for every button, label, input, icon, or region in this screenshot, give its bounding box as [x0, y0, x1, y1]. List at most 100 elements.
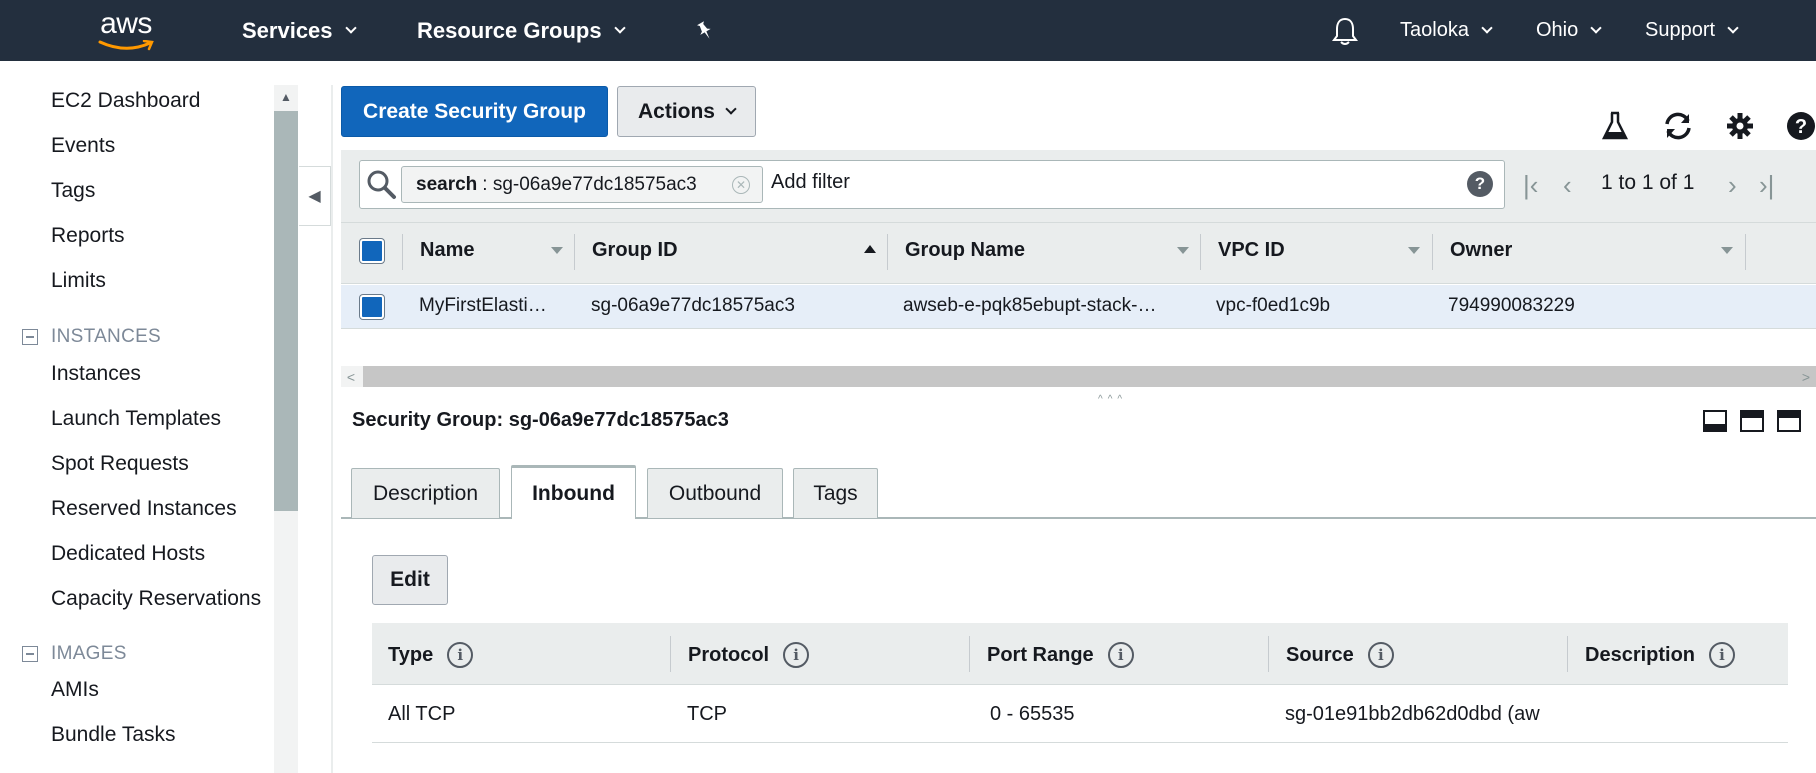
- info-icon[interactable]: i: [1709, 642, 1736, 668]
- chevron-down-icon: [1727, 22, 1739, 34]
- column-header-owner[interactable]: Owner: [1450, 239, 1512, 262]
- tab-tags[interactable]: Tags: [793, 468, 878, 518]
- info-icon[interactable]: i: [447, 642, 474, 668]
- resource-groups-menu[interactable]: Resource Groups: [417, 0, 626, 61]
- sidebar-section-label: INSTANCES: [51, 326, 162, 347]
- cell-group-name: awseb-e-pqk85ebupt-stack-…: [903, 295, 1157, 316]
- rule-cell-source: sg-01e91bb2db62d0dbd (aw: [1285, 703, 1540, 725]
- rules-column-label: Port Range: [987, 643, 1094, 666]
- services-menu[interactable]: Services: [242, 0, 357, 61]
- tab-outbound[interactable]: Outbound: [647, 468, 783, 518]
- rules-column-protocol: Protocol i: [688, 642, 810, 668]
- rule-row-divider: [372, 742, 1788, 743]
- row-checkbox[interactable]: [360, 295, 384, 319]
- layout-split-icon[interactable]: [1740, 410, 1764, 432]
- sidebar-item-capacity-reservations[interactable]: Capacity Reservations: [51, 587, 261, 611]
- sidebar-item-launch-templates[interactable]: Launch Templates: [51, 407, 221, 431]
- cell-group-id: sg-06a9e77dc18575ac3: [591, 295, 795, 316]
- column-header-group-id[interactable]: Group ID: [592, 239, 678, 262]
- cell-owner: 794990083229: [1448, 295, 1575, 316]
- collapse-minus-icon: [22, 329, 38, 345]
- info-icon[interactable]: i: [1367, 642, 1394, 668]
- user-label: Taoloka: [1400, 19, 1469, 41]
- column-separator: [1432, 234, 1433, 270]
- collapse-sidebar-button[interactable]: ◀: [299, 166, 331, 226]
- edit-button[interactable]: Edit: [372, 555, 448, 605]
- refresh-icon[interactable]: [1660, 108, 1696, 144]
- sort-down-icon[interactable]: [551, 247, 563, 254]
- region-menu[interactable]: Ohio: [1536, 0, 1602, 61]
- sidebar-item-amis[interactable]: AMIs: [51, 678, 99, 702]
- detail-panel-title: Security Group: sg-06a9e77dc18575ac3: [352, 409, 729, 431]
- rules-column-label: Protocol: [688, 643, 770, 666]
- help-icon[interactable]: ?: [1783, 108, 1816, 144]
- aws-logo[interactable]: aws: [92, 6, 160, 52]
- column-header-name[interactable]: Name: [420, 239, 474, 262]
- scroll-left-arrow-icon[interactable]: <: [341, 366, 361, 387]
- sidebar-item-events[interactable]: Events: [51, 134, 115, 158]
- gear-icon[interactable]: [1722, 108, 1758, 144]
- sidebar-item-ec2-dashboard[interactable]: EC2 Dashboard: [51, 89, 200, 113]
- column-separator: [1268, 636, 1269, 672]
- first-page-icon[interactable]: |‹: [1523, 170, 1538, 201]
- column-header-vpc-id[interactable]: VPC ID: [1218, 239, 1285, 262]
- column-separator: [1567, 636, 1568, 672]
- sort-down-icon[interactable]: [1177, 247, 1189, 254]
- scroll-right-arrow-icon[interactable]: >: [1796, 366, 1816, 387]
- panel-resize-handle[interactable]: ^^^: [1098, 394, 1127, 405]
- sort-down-icon[interactable]: [1408, 247, 1420, 254]
- add-filter-placeholder[interactable]: Add filter: [771, 171, 850, 194]
- info-icon[interactable]: i: [783, 642, 810, 668]
- rules-column-label: Description: [1585, 643, 1696, 666]
- sidebar-section-instances[interactable]: INSTANCES: [22, 326, 161, 348]
- column-header-group-name[interactable]: Group Name: [905, 239, 1025, 262]
- chevron-down-icon: [613, 22, 626, 34]
- filter-token-value: : sg-06a9e77dc18575ac3: [482, 173, 697, 195]
- layout-bottom-icon[interactable]: [1703, 410, 1727, 432]
- support-menu[interactable]: Support: [1645, 0, 1739, 61]
- last-page-icon[interactable]: ›|: [1759, 170, 1774, 201]
- sidebar-item-dedicated-hosts[interactable]: Dedicated Hosts: [51, 542, 205, 566]
- remove-filter-icon[interactable]: ✕: [732, 176, 750, 194]
- sidebar-item-reserved-instances[interactable]: Reserved Instances: [51, 497, 237, 521]
- tab-inbound[interactable]: Inbound: [511, 465, 636, 519]
- rules-column-description: Description i: [1585, 642, 1736, 668]
- sidebar-item-instances[interactable]: Instances: [51, 362, 141, 386]
- tab-description[interactable]: Description: [351, 468, 500, 518]
- horizontal-scroll-thumb[interactable]: [363, 366, 1816, 387]
- sidebar-item-reports[interactable]: Reports: [51, 224, 125, 248]
- user-menu[interactable]: Taoloka: [1400, 0, 1493, 61]
- select-all-checkbox[interactable]: [360, 239, 384, 263]
- aws-smile-icon: [98, 40, 154, 51]
- table-horizontal-scrollbar[interactable]: < >: [341, 366, 1816, 387]
- sidebar-item-spot-requests[interactable]: Spot Requests: [51, 452, 189, 476]
- sidebar-item-limits[interactable]: Limits: [51, 269, 106, 293]
- cell-vpc-id: vpc-f0ed1c9b: [1216, 295, 1331, 316]
- actions-label: Actions: [637, 99, 715, 123]
- sidebar-scrollbar[interactable]: ▲: [274, 85, 298, 773]
- aws-logo-text: aws: [100, 7, 152, 40]
- scroll-up-arrow-icon[interactable]: ▲: [274, 85, 298, 109]
- next-page-icon[interactable]: ›: [1728, 170, 1737, 201]
- prev-page-icon[interactable]: ‹: [1563, 170, 1572, 201]
- pin-icon[interactable]: [693, 0, 717, 61]
- sidebar-item-tags[interactable]: Tags: [51, 179, 95, 203]
- rules-column-label: Type: [388, 643, 434, 666]
- filter-token[interactable]: search : sg-06a9e77dc18575ac3 ✕: [401, 166, 763, 203]
- actions-button[interactable]: Actions: [617, 86, 756, 137]
- notifications-bell-icon[interactable]: [1331, 0, 1359, 61]
- sidebar-scroll-thumb[interactable]: [274, 111, 298, 511]
- filter-help-icon[interactable]: ?: [1467, 171, 1493, 197]
- rules-column-port-range: Port Range i: [987, 642, 1134, 668]
- layout-top-icon[interactable]: [1777, 410, 1801, 432]
- info-icon[interactable]: i: [1107, 642, 1134, 668]
- sort-down-icon[interactable]: [1721, 247, 1733, 254]
- rules-column-type: Type i: [388, 642, 474, 668]
- create-security-group-button[interactable]: Create Security Group: [341, 86, 608, 137]
- column-separator: [1200, 234, 1201, 270]
- cell-name: MyFirstElasti…: [419, 295, 547, 316]
- flask-icon[interactable]: [1597, 108, 1633, 144]
- sort-up-icon[interactable]: [864, 245, 876, 253]
- sidebar-section-images[interactable]: IMAGES: [22, 643, 127, 665]
- sidebar-item-bundle-tasks[interactable]: Bundle Tasks: [51, 723, 176, 747]
